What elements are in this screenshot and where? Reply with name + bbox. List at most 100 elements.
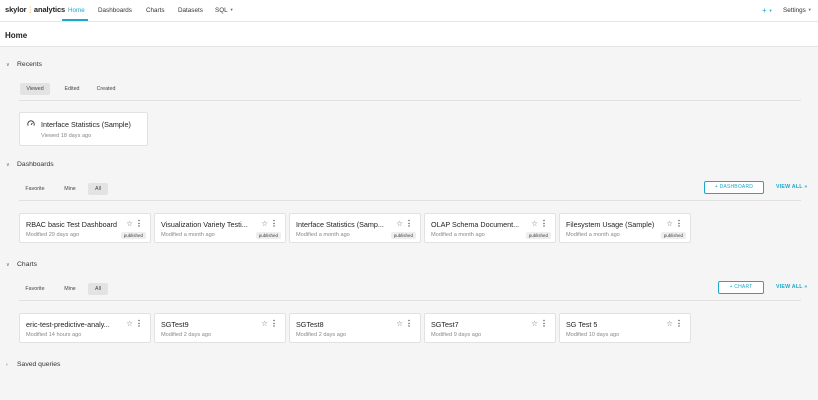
card-subtitle: Modified a month ago bbox=[431, 232, 485, 238]
new-menu-button[interactable]: + ▼ bbox=[762, 6, 773, 15]
divider bbox=[19, 200, 801, 201]
card-title: Visualization Variety Testi... bbox=[161, 220, 248, 229]
charts-section-toggle[interactable]: ∨ Charts bbox=[6, 261, 37, 268]
dashboards-section-toggle[interactable]: ∨ Dashboards bbox=[6, 161, 54, 168]
card-title: SGTest9 bbox=[161, 320, 189, 329]
dashboard-card[interactable]: RBAC basic Test Dashboard Modified 29 day… bbox=[19, 213, 151, 243]
tab-favorite[interactable]: Favorite bbox=[20, 283, 50, 295]
recent-card-title: Interface Statistics (Sample) bbox=[41, 120, 131, 129]
tab-all[interactable]: All bbox=[88, 283, 108, 295]
brand-mark-icon: ⋮ bbox=[26, 5, 35, 14]
nav-home[interactable]: Home bbox=[68, 7, 85, 14]
more-options-icon[interactable]: ⋮ bbox=[405, 219, 413, 228]
top-navbar: skylor⋮analytics Home Dashboards Charts … bbox=[0, 0, 818, 22]
card-subtitle: Modified 2 days ago bbox=[296, 332, 347, 338]
card-title: SGTest8 bbox=[296, 320, 324, 329]
star-icon[interactable]: ☆ bbox=[396, 219, 403, 228]
view-all-dashboards-link[interactable]: VIEW ALL » bbox=[776, 184, 807, 190]
tab-created[interactable]: Created bbox=[91, 83, 121, 95]
card-subtitle: Modified a month ago bbox=[296, 232, 350, 238]
card-subtitle: Modified 9 days ago bbox=[431, 332, 482, 338]
divider bbox=[19, 300, 801, 301]
dashboard-gauge-icon bbox=[27, 120, 35, 126]
tab-mine[interactable]: Mine bbox=[58, 183, 82, 195]
divider bbox=[19, 100, 801, 101]
dashboard-card[interactable]: Filesystem Usage (Sample) Modified a mont… bbox=[559, 213, 691, 243]
card-title: eric-test-predictive-analy... bbox=[26, 320, 110, 329]
recent-card-subtitle: Viewed 18 days ago bbox=[41, 133, 92, 139]
chart-card[interactable]: SG Test 5 Modified 10 days ago ☆ ⋮ bbox=[559, 313, 691, 343]
nav-datasets[interactable]: Datasets bbox=[178, 7, 203, 14]
more-options-icon[interactable]: ⋮ bbox=[135, 219, 143, 228]
star-icon[interactable]: ☆ bbox=[396, 319, 403, 328]
add-dashboard-button[interactable]: + DASHBOARD bbox=[704, 181, 764, 194]
card-subtitle: Modified 2 days ago bbox=[161, 332, 212, 338]
card-title: OLAP Schema Document... bbox=[431, 220, 520, 229]
nav-dashboards[interactable]: Dashboards bbox=[98, 7, 132, 14]
chart-card[interactable]: SGTest9 Modified 2 days ago ☆ ⋮ bbox=[154, 313, 286, 343]
dashboard-card[interactable]: Visualization Variety Testi... Modified a… bbox=[154, 213, 286, 243]
star-icon[interactable]: ☆ bbox=[531, 219, 538, 228]
nav-active-indicator bbox=[62, 19, 88, 21]
settings-label: Settings bbox=[783, 7, 806, 14]
status-badge: published bbox=[390, 232, 416, 239]
card-subtitle: Modified 10 days ago bbox=[566, 332, 620, 338]
chart-card[interactable]: eric-test-predictive-analy... Modified 14… bbox=[19, 313, 151, 343]
chart-card[interactable]: SGTest7 Modified 9 days ago ☆ ⋮ bbox=[424, 313, 556, 343]
add-chart-button[interactable]: + CHART bbox=[718, 281, 764, 294]
more-options-icon[interactable]: ⋮ bbox=[135, 319, 143, 328]
star-icon[interactable]: ☆ bbox=[531, 319, 538, 328]
card-subtitle: Modified a month ago bbox=[566, 232, 620, 238]
tab-edited[interactable]: Edited bbox=[57, 83, 87, 95]
card-title: RBAC basic Test Dashboard bbox=[26, 220, 117, 229]
more-options-icon[interactable]: ⋮ bbox=[270, 319, 278, 328]
nav-sql[interactable]: SQL ▼ bbox=[215, 7, 234, 14]
chevron-down-icon: ▼ bbox=[229, 7, 234, 12]
dashboard-card[interactable]: Interface Statistics (Samp... Modified a … bbox=[289, 213, 421, 243]
chevron-down-icon: ∨ bbox=[6, 262, 10, 268]
settings-menu[interactable]: Settings ▼ bbox=[783, 7, 812, 14]
saved-queries-title: Saved queries bbox=[17, 361, 61, 368]
charts-title: Charts bbox=[17, 261, 38, 268]
card-title: SG Test 5 bbox=[566, 320, 598, 329]
brand-name: skylor bbox=[5, 5, 27, 14]
page-header: Home bbox=[0, 22, 818, 47]
plus-icon: + bbox=[762, 6, 767, 15]
status-badge: published bbox=[120, 232, 146, 239]
recent-card[interactable]: Interface Statistics (Sample) Viewed 18 … bbox=[19, 112, 148, 146]
saved-queries-section-toggle[interactable]: › Saved queries bbox=[6, 361, 60, 368]
brand-logo[interactable]: skylor⋮analytics bbox=[5, 5, 65, 14]
card-subtitle: Modified a month ago bbox=[161, 232, 215, 238]
tab-all[interactable]: All bbox=[88, 183, 108, 195]
more-options-icon[interactable]: ⋮ bbox=[540, 219, 548, 228]
more-options-icon[interactable]: ⋮ bbox=[405, 319, 413, 328]
status-badge: published bbox=[525, 232, 551, 239]
recents-title: Recents bbox=[17, 61, 42, 68]
tab-mine[interactable]: Mine bbox=[58, 283, 82, 295]
dashboards-title: Dashboards bbox=[17, 161, 54, 168]
status-badge: published bbox=[255, 232, 281, 239]
star-icon[interactable]: ☆ bbox=[126, 319, 133, 328]
chevron-down-icon: ∨ bbox=[6, 162, 10, 168]
nav-sql-label: SQL bbox=[215, 7, 228, 14]
more-options-icon[interactable]: ⋮ bbox=[270, 219, 278, 228]
view-all-charts-link[interactable]: VIEW ALL » bbox=[776, 284, 807, 290]
star-icon[interactable]: ☆ bbox=[666, 319, 673, 328]
star-icon[interactable]: ☆ bbox=[666, 219, 673, 228]
dashboard-card[interactable]: OLAP Schema Document... Modified a month … bbox=[424, 213, 556, 243]
tab-favorite[interactable]: Favorite bbox=[20, 183, 50, 195]
star-icon[interactable]: ☆ bbox=[261, 219, 268, 228]
more-options-icon[interactable]: ⋮ bbox=[540, 319, 548, 328]
star-icon[interactable]: ☆ bbox=[261, 319, 268, 328]
card-title: SGTest7 bbox=[431, 320, 459, 329]
star-icon[interactable]: ☆ bbox=[126, 219, 133, 228]
recents-section-toggle[interactable]: ∨ Recents bbox=[6, 61, 42, 68]
tab-viewed[interactable]: Viewed bbox=[20, 83, 50, 95]
chevron-down-icon: ∨ bbox=[6, 62, 10, 68]
more-options-icon[interactable]: ⋮ bbox=[675, 319, 683, 328]
card-title: Filesystem Usage (Sample) bbox=[566, 220, 655, 229]
more-options-icon[interactable]: ⋮ bbox=[675, 219, 683, 228]
chart-card[interactable]: SGTest8 Modified 2 days ago ☆ ⋮ bbox=[289, 313, 421, 343]
nav-charts[interactable]: Charts bbox=[146, 7, 165, 14]
chevron-down-icon: ▼ bbox=[807, 7, 812, 12]
